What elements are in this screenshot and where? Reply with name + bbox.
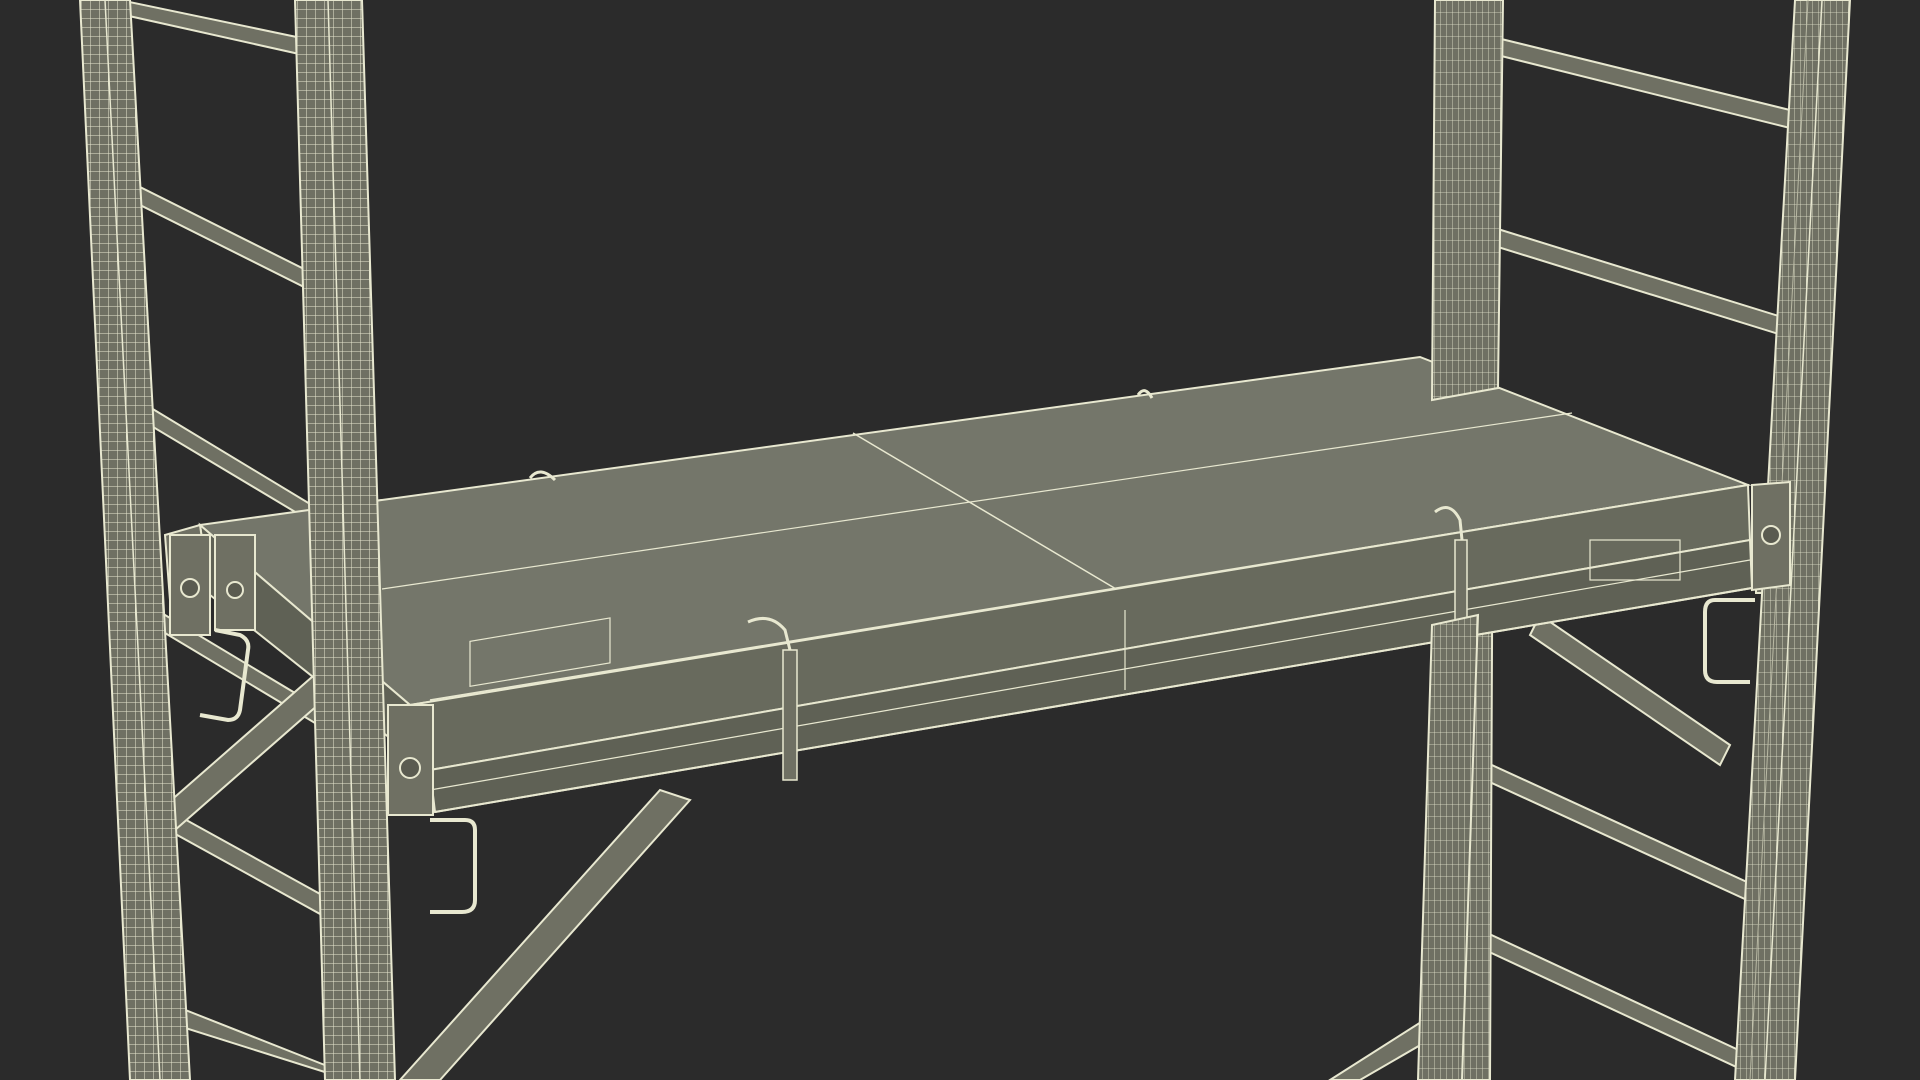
right-connector-block <box>1751 480 1791 592</box>
render-viewport <box>0 0 1920 1080</box>
scaffold-render <box>0 0 1920 1080</box>
